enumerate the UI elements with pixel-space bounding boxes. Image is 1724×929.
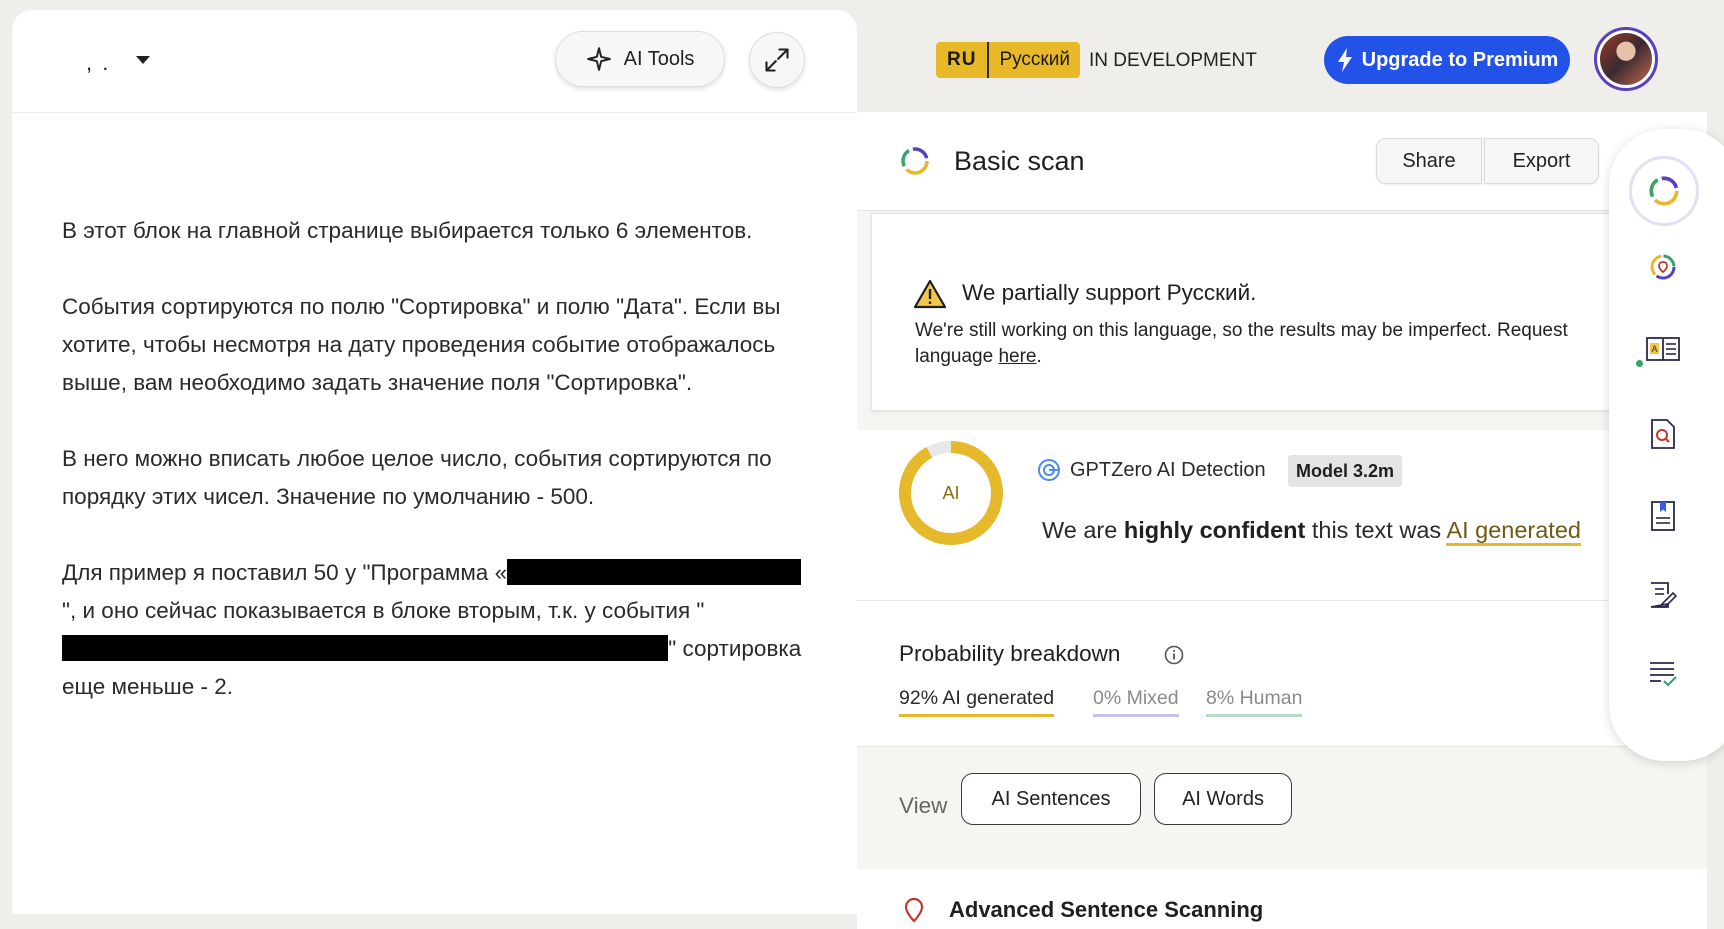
redaction-block: [507, 559, 698, 585]
doc-title[interactable]: , .: [86, 50, 110, 76]
ring-label: AI: [942, 483, 959, 503]
confidence-statement: We are highly confident this text was AI…: [1042, 517, 1581, 546]
request-language-link[interactable]: here: [998, 346, 1036, 367]
advanced-label: Advanced Sentence Scanning: [949, 897, 1264, 922]
scan-ring-icon: [1649, 176, 1679, 206]
document-edit-icon: [1650, 582, 1678, 608]
location-pin-icon: [904, 897, 924, 923]
upgrade-label: Upgrade to Premium: [1361, 48, 1559, 71]
detection-card: AI GPTZero AI Detection Model 3.2m We ar…: [857, 430, 1707, 601]
sidebar-item-advanced-scan[interactable]: [1633, 237, 1693, 297]
sidebar-item-plagiarism[interactable]: [1633, 404, 1693, 464]
language-warning-card: We partially support Русский. We're stil…: [871, 213, 1713, 411]
prob-human[interactable]: 8% Human: [1206, 687, 1303, 717]
lightning-icon: [1337, 48, 1352, 72]
sidebar-item-basic-scan[interactable]: [1629, 156, 1699, 226]
warning-text-prefix: language: [915, 346, 999, 367]
paragraph-2: События сортируются по полю "Сортировка"…: [62, 294, 781, 395]
checklist-icon: [1650, 662, 1677, 687]
paragraph-3: В него можно вписать любое целое число, …: [62, 446, 772, 509]
document-text[interactable]: В этот блок на главной странице выбирает…: [62, 212, 812, 744]
warning-text-suffix: .: [1036, 346, 1042, 367]
bookmark-document-icon: [1651, 501, 1675, 531]
scan-header: Basic scan Share Export: [857, 112, 1707, 211]
conf-mid: this text was: [1305, 517, 1447, 543]
book-ab-icon: A: [1646, 337, 1680, 361]
language-badge: RU Русский: [936, 42, 1080, 78]
expand-button[interactable]: [749, 32, 805, 88]
ai-tools-label: AI Tools: [623, 47, 695, 70]
ai-sentences-button[interactable]: AI Sentences: [961, 773, 1141, 825]
redaction-block: [564, 635, 669, 661]
paragraph-1: В этот блок на главной странице выбирает…: [62, 218, 753, 243]
language-status: IN DEVELOPMENT: [1089, 50, 1257, 71]
avatar-image: [1600, 33, 1652, 85]
gptzero-icon: [1038, 459, 1060, 481]
editor-header: , . AI Tools: [12, 10, 857, 113]
sidebar-item-edit[interactable]: [1633, 565, 1693, 625]
warning-text-line2: language here.: [915, 344, 1042, 370]
paragraph-4-part-b: ", и оно сейчас показывается в блоке вто…: [62, 598, 705, 623]
advanced-scan-card: Advanced Sentence Scanning: [857, 869, 1707, 929]
ai-tools-button[interactable]: AI Tools: [555, 31, 725, 87]
top-bar: RU Русский IN DEVELOPMENT Upgrade to Pre…: [857, 0, 1724, 112]
paragraph-4-part-a: Для пример я поставил 50 у "Программа «: [62, 560, 508, 585]
expand-icon: [765, 48, 789, 72]
sidebar-item-checklist[interactable]: [1633, 644, 1693, 704]
tool-sidebar: A: [1609, 129, 1724, 761]
editor-panel: , . AI Tools В этот блок на главной стра…: [12, 10, 857, 914]
svg-text:A: A: [1651, 344, 1657, 354]
upgrade-button[interactable]: Upgrade to Premium: [1324, 36, 1570, 84]
sparkle-icon: [586, 47, 611, 71]
conf-prefix: We are: [1042, 517, 1124, 543]
info-icon[interactable]: [1164, 645, 1184, 665]
scan-title: Basic scan: [954, 146, 1085, 176]
document-search-icon: [1651, 419, 1675, 449]
detection-source: GPTZero AI Detection: [1070, 459, 1266, 481]
scan-ring-icon: [901, 147, 929, 175]
ai-probability-ring: AI: [899, 441, 1003, 545]
sidebar-item-sources[interactable]: [1633, 486, 1693, 546]
warning-title: We partially support Русский.: [962, 280, 1257, 305]
ai-words-button[interactable]: AI Words: [1154, 773, 1292, 825]
paragraph-4: Для пример я поставил 50 у "Программа « …: [62, 554, 812, 706]
conf-result[interactable]: AI generated: [1446, 517, 1581, 546]
advanced-scan-icon: [1650, 254, 1676, 280]
redaction-block: [62, 635, 564, 661]
prob-ai[interactable]: 92% AI generated: [899, 687, 1055, 717]
redaction-block: [697, 559, 802, 585]
model-badge: Model 3.2m: [1288, 455, 1403, 487]
warning-icon: [913, 279, 947, 309]
warning-text: We're still working on this language, so…: [915, 320, 1568, 341]
conf-strong: highly confident: [1123, 517, 1306, 543]
export-button[interactable]: Export: [1484, 138, 1599, 184]
probability-card: Probability breakdown 92% AI generated 0…: [857, 601, 1707, 747]
prob-mixed[interactable]: 0% Mixed: [1093, 687, 1179, 717]
language-name: Русский: [999, 49, 1070, 70]
view-row: View AI Sentences AI Words: [857, 747, 1707, 855]
results-panel: Basic scan Share Export We partially sup…: [857, 112, 1713, 929]
probability-title: Probability breakdown: [899, 641, 1121, 666]
language-code: RU: [936, 42, 990, 78]
chevron-down-icon[interactable]: [136, 56, 150, 64]
avatar[interactable]: [1594, 27, 1658, 91]
sidebar-item-writing-report[interactable]: A: [1633, 319, 1693, 379]
share-button[interactable]: Share: [1376, 138, 1482, 184]
view-label: View: [899, 793, 948, 818]
